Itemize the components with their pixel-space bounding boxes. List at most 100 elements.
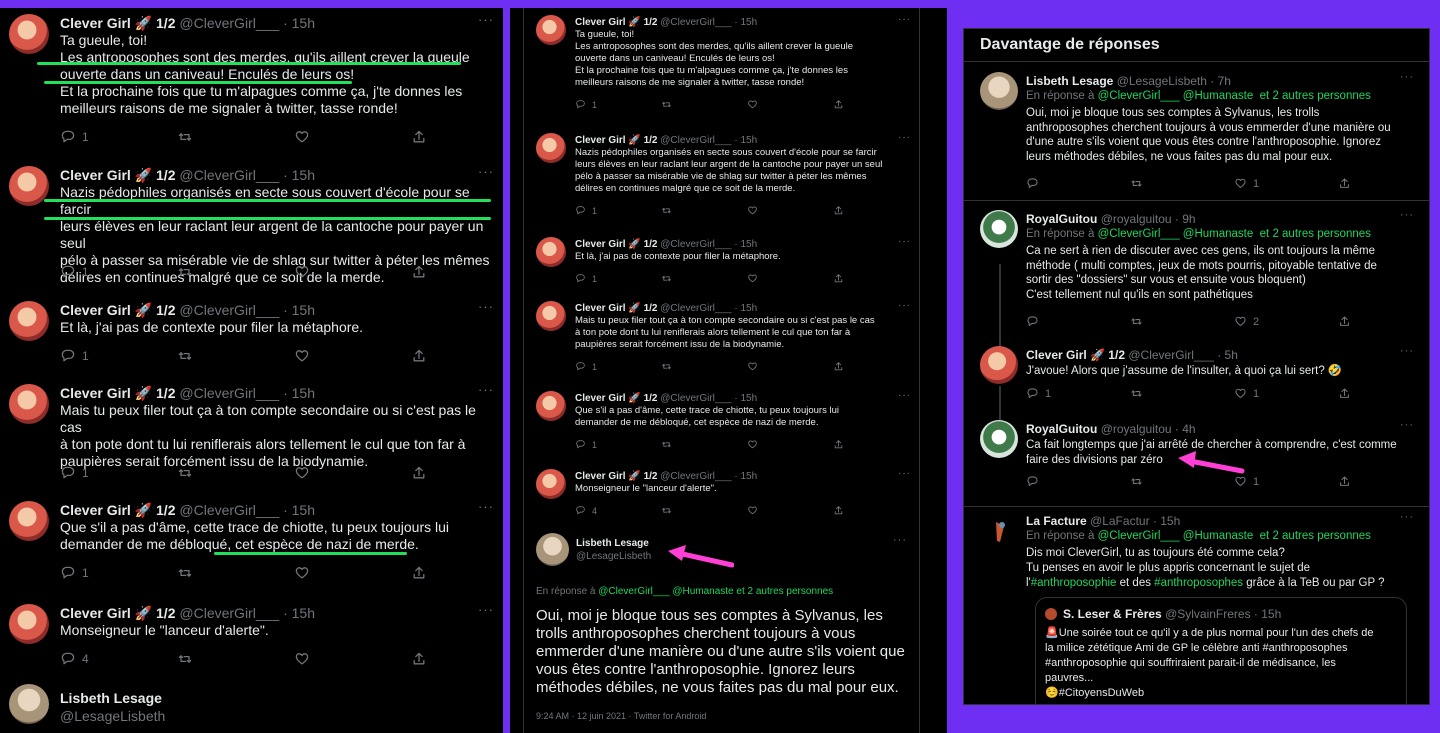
retweet-button[interactable] xyxy=(1130,387,1234,400)
avatar[interactable] xyxy=(9,684,49,724)
retweet-button[interactable] xyxy=(177,651,294,667)
tweet[interactable]: Clever Girl 🚀 1/2 @CleverGirl___ · 15h ··… xyxy=(510,8,947,110)
like-button[interactable] xyxy=(294,348,411,364)
reply-button[interactable]: 1 xyxy=(575,361,661,372)
author-handle[interactable]: @royalguitou · 9h xyxy=(1101,212,1196,226)
reply-tweet[interactable]: Lisbeth Lesage @LesageLisbeth · 7h ··· En … xyxy=(964,65,1429,199)
hashtag-link[interactable]: #anthroposophie xyxy=(1031,577,1117,589)
others-link[interactable]: et 2 autres personnes xyxy=(736,586,833,597)
more-icon[interactable]: ··· xyxy=(1400,345,1414,357)
share-button[interactable] xyxy=(1338,315,1429,328)
author-name[interactable]: Lisbeth Lesage xyxy=(1026,74,1113,88)
avatar[interactable] xyxy=(980,420,1018,458)
share-button[interactable] xyxy=(833,99,919,110)
author-handle[interactable]: @royalguitou · 4h xyxy=(1101,422,1196,436)
tweet[interactable]: Clever Girl 🚀 1/2 @CleverGirl___ · 15h ··… xyxy=(0,598,503,678)
author-handle[interactable]: @LesageLisbeth xyxy=(576,551,651,562)
reply-button[interactable]: 1 xyxy=(60,465,177,481)
author-name[interactable]: Clever Girl 🚀 1/2 xyxy=(575,239,658,250)
author-handle[interactable]: @CleverGirl___ · 15h xyxy=(660,471,757,482)
author-name[interactable]: Clever Girl 🚀 1/2 xyxy=(575,17,658,28)
avatar[interactable] xyxy=(536,533,569,566)
reply-button[interactable]: 1 xyxy=(575,205,661,216)
reply-tweet[interactable]: Clever Girl 🚀 1/2 @CleverGirl___ · 5h ···… xyxy=(964,339,1429,417)
avatar[interactable] xyxy=(980,210,1018,248)
author-name[interactable]: Lisbeth Lesage xyxy=(576,538,649,549)
like-button[interactable]: 2 xyxy=(1234,315,1338,328)
more-icon[interactable]: ··· xyxy=(898,132,911,143)
retweet-button[interactable] xyxy=(1130,177,1234,190)
reply-button[interactable] xyxy=(1026,315,1130,328)
reply-button[interactable]: 1 xyxy=(60,565,177,581)
avatar[interactable] xyxy=(9,604,49,644)
author-handle[interactable]: @CleverGirl___ · 15h xyxy=(660,239,757,250)
more-icon[interactable]: ··· xyxy=(898,390,911,401)
retweet-button[interactable] xyxy=(661,99,747,110)
mention-link[interactable]: @CleverGirl___ @Humanaste xyxy=(598,586,733,597)
more-icon[interactable]: ··· xyxy=(478,382,494,397)
more-icon[interactable]: ··· xyxy=(1400,511,1414,523)
reply-button[interactable]: 4 xyxy=(60,651,177,667)
reply-button[interactable]: 1 xyxy=(60,129,177,145)
avatar[interactable] xyxy=(980,512,1018,550)
reply-tweet[interactable]: RoyalGuitou @royalguitou · 9h ··· En répon… xyxy=(964,203,1429,337)
like-button[interactable] xyxy=(294,565,411,581)
reply-button[interactable]: 1 xyxy=(1026,387,1130,400)
avatar[interactable] xyxy=(1045,608,1057,620)
author-handle[interactable]: @CleverGirl___ · 15h xyxy=(179,167,315,183)
author-name[interactable]: Clever Girl 🚀 1/2 xyxy=(575,303,658,314)
reply-button[interactable] xyxy=(1026,475,1130,488)
more-icon[interactable]: ··· xyxy=(1400,71,1414,83)
author-name[interactable]: Clever Girl 🚀 1/2 xyxy=(60,502,176,518)
share-button[interactable] xyxy=(833,205,919,216)
avatar[interactable] xyxy=(9,14,49,54)
share-button[interactable] xyxy=(833,439,919,450)
author-handle[interactable]: @LesageLisbeth · 7h xyxy=(1117,74,1231,88)
reply-button[interactable]: 4 xyxy=(575,505,661,516)
retweet-button[interactable] xyxy=(1130,315,1234,328)
share-button[interactable] xyxy=(1338,475,1429,488)
tweet[interactable]: Clever Girl 🚀 1/2 @CleverGirl___ · 15h ··… xyxy=(0,8,503,160)
like-button[interactable] xyxy=(747,273,833,284)
author-handle[interactable]: @SylvainFreres · 15h xyxy=(1165,607,1281,621)
retweet-button[interactable] xyxy=(661,205,747,216)
others-link[interactable]: et 2 autres personnes xyxy=(1260,90,1371,102)
mention-link[interactable]: @CleverGirl___ @Humanaste xyxy=(1098,530,1254,542)
avatar[interactable] xyxy=(536,133,566,163)
mention-link[interactable]: @CleverGirl___ @Humanaste xyxy=(1098,228,1254,240)
like-button[interactable] xyxy=(747,99,833,110)
author-name[interactable]: Clever Girl 🚀 1/2 xyxy=(575,135,658,146)
author-handle[interactable]: @CleverGirl___ · 15h xyxy=(660,303,757,314)
author-handle[interactable]: @CleverGirl___ · 5h xyxy=(1128,348,1238,362)
avatar[interactable] xyxy=(9,301,49,341)
author-name[interactable]: Clever Girl 🚀 1/2 xyxy=(575,393,658,404)
like-button[interactable] xyxy=(747,205,833,216)
reply-button[interactable]: 1 xyxy=(575,273,661,284)
like-button[interactable]: 1 xyxy=(1234,177,1338,190)
share-button[interactable] xyxy=(411,465,503,481)
author-name[interactable]: S. Leser & Frères xyxy=(1063,607,1162,621)
tweet-bottom-lisbeth[interactable]: Lisbeth Lesage @LesageLisbeth xyxy=(0,680,503,733)
author-name[interactable]: Clever Girl 🚀 1/2 xyxy=(60,385,176,401)
avatar[interactable] xyxy=(536,15,566,45)
author-name[interactable]: RoyalGuitou xyxy=(1026,212,1097,226)
author-handle[interactable]: @CleverGirl___ · 15h xyxy=(179,502,315,518)
like-button[interactable] xyxy=(294,651,411,667)
others-link[interactable]: et 2 autres personnes xyxy=(1260,228,1371,240)
avatar[interactable] xyxy=(980,346,1018,384)
share-button[interactable] xyxy=(833,361,919,372)
tweet[interactable]: Clever Girl 🚀 1/2 @CleverGirl___ · 15h ··… xyxy=(0,160,503,295)
others-link[interactable]: et 2 autres personnes xyxy=(1260,530,1371,542)
reply-button[interactable]: 1 xyxy=(60,264,177,280)
reply-button[interactable] xyxy=(1026,177,1130,190)
author-name[interactable]: Lisbeth Lesage xyxy=(60,690,162,706)
like-button[interactable] xyxy=(294,129,411,145)
mention-link[interactable]: @CleverGirl___ @Humanaste xyxy=(1098,90,1254,102)
share-button[interactable] xyxy=(411,348,503,364)
quoted-tweet[interactable]: S. Leser & Frères @SylvainFreres · 15h 🚨… xyxy=(1035,597,1407,704)
reply-button[interactable]: 1 xyxy=(575,99,661,110)
more-icon[interactable]: ··· xyxy=(1400,209,1414,221)
author-handle[interactable]: @CleverGirl___ · 15h xyxy=(660,135,757,146)
reply-button[interactable]: 1 xyxy=(60,348,177,364)
author-handle[interactable]: @CleverGirl___ · 15h xyxy=(179,302,315,318)
